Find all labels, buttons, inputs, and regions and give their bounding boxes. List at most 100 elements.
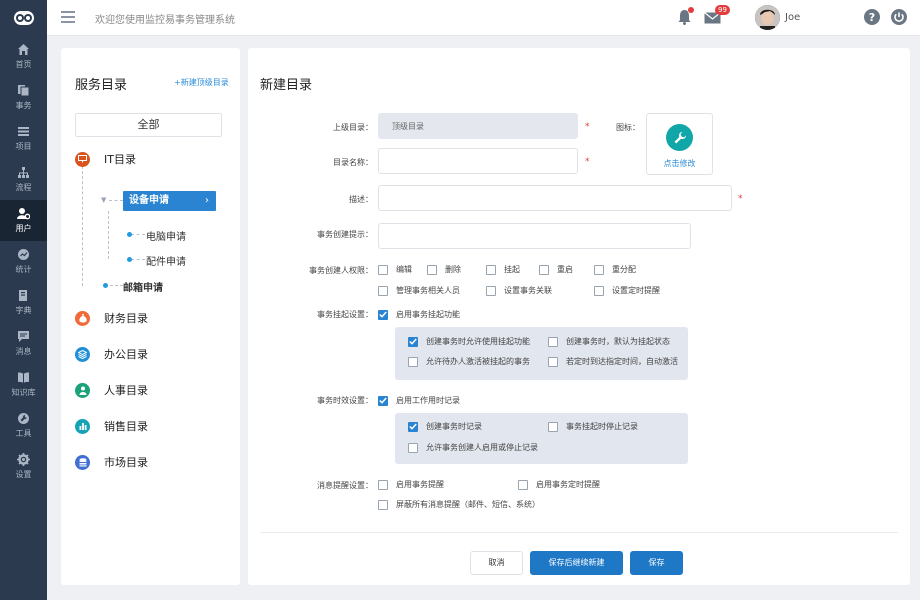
checkbox[interactable] [594, 264, 604, 275]
checkbox[interactable] [378, 285, 388, 296]
icon-picker[interactable]: 点击修改 [646, 113, 713, 175]
perm-timer-checkbox[interactable]: 设置定时提醒 [594, 285, 660, 296]
time-record-on-create-checkbox[interactable]: 创建事务时记录 [408, 421, 482, 432]
suspend-auto-activate-checkbox[interactable]: 若定时到达指定时间，自动激活 [548, 356, 678, 367]
msg-enable-checkbox[interactable]: 启用事务提醒 [378, 479, 444, 490]
perm-suspend-checkbox[interactable]: 挂起 [486, 264, 520, 275]
category-label: IT目录 [104, 153, 136, 166]
notification-bell[interactable] [675, 0, 695, 36]
new-top-catalog-link[interactable]: +新建顶级目录 [174, 77, 229, 88]
sidebar-item-7[interactable]: 消息 [0, 323, 47, 364]
power-icon [891, 9, 907, 25]
leaf-computer-request[interactable]: 电脑申请 [146, 228, 186, 243]
category-market[interactable]: 市场目录 [75, 454, 148, 470]
checkbox[interactable] [548, 336, 558, 347]
checkbox[interactable] [486, 264, 496, 275]
sidebar-item-label: 设置 [15, 470, 32, 479]
leaf-accessory-request[interactable]: 配件申请 [146, 253, 186, 268]
checkbox[interactable] [408, 356, 418, 367]
checkbox[interactable] [594, 285, 604, 296]
checkbox-label: 屏蔽所有消息提醒（邮件、短信、系统） [396, 500, 540, 509]
checkbox-checked[interactable] [378, 309, 388, 320]
perm-edit-checkbox[interactable]: 编辑 [378, 264, 412, 275]
checkbox[interactable] [427, 264, 437, 275]
checkbox-label: 事务挂起时停止记录 [566, 422, 638, 431]
documents-icon [18, 85, 30, 97]
sidebar-item-4[interactable]: 用户 [0, 200, 47, 241]
catalog-name-input[interactable] [378, 148, 578, 174]
perm-restart-checkbox[interactable]: 重启 [539, 264, 573, 275]
help-button[interactable]: ? [862, 0, 882, 36]
msg-timer-checkbox[interactable]: 启用事务定时提醒 [518, 479, 600, 490]
power-button[interactable] [889, 0, 909, 36]
suspend-enable-checkbox[interactable]: 启用事务挂起功能 [378, 309, 460, 320]
time-stop-on-suspend-checkbox[interactable]: 事务挂起时停止记录 [548, 421, 638, 432]
sidebar-item-3[interactable]: 流程 [0, 159, 47, 200]
category-it[interactable]: IT目录 [75, 151, 136, 167]
category-finance[interactable]: 财务目录 [75, 310, 148, 326]
sidebar-item-2[interactable]: 项目 [0, 118, 47, 159]
checkbox-label: 启用事务挂起功能 [396, 310, 460, 319]
tree-line [82, 166, 83, 286]
suspend-label: 事务挂起设置： [317, 310, 373, 319]
checkbox-label: 设置事务关联 [504, 286, 552, 295]
perm-link-checkbox[interactable]: 设置事务关联 [486, 285, 552, 296]
category-label: 财务目录 [104, 312, 148, 325]
checkbox[interactable] [378, 264, 388, 275]
time-creator-toggle-checkbox[interactable]: 允许事务创建人启用或停止记录 [408, 442, 538, 453]
sidebar-item-9[interactable]: 工具 [0, 405, 47, 446]
avatar[interactable] [755, 5, 780, 30]
category-sales[interactable]: 销售目录 [75, 418, 148, 434]
sidebar-item-1[interactable]: 事务 [0, 77, 47, 118]
app-logo[interactable] [0, 0, 47, 36]
caret-down-icon[interactable]: ▼ [101, 196, 106, 204]
checkbox[interactable] [378, 479, 388, 490]
checkbox[interactable] [518, 479, 528, 490]
sidebar-item-0[interactable]: 首页 [0, 36, 47, 77]
category-office[interactable]: 办公目录 [75, 346, 148, 362]
monitor-icon [75, 151, 90, 167]
checkbox-checked[interactable] [378, 395, 388, 406]
checkbox[interactable] [548, 356, 558, 367]
tree-dot [127, 232, 132, 237]
checkbox-checked[interactable] [408, 421, 418, 432]
person-icon [75, 382, 90, 398]
msg-block-all-checkbox[interactable]: 屏蔽所有消息提醒（邮件、短信、系统） [378, 499, 540, 510]
cancel-button[interactable]: 取消 [470, 551, 523, 575]
creation-hint-input[interactable] [378, 223, 691, 249]
username[interactable]: Joe [785, 12, 800, 23]
checkbox[interactable] [539, 264, 549, 275]
checkbox[interactable] [548, 421, 558, 432]
msg-label: 消息提醒设置： [317, 481, 373, 490]
suspend-allow-on-create-checkbox[interactable]: 创建事务时允许使用挂起功能 [408, 336, 530, 347]
checkbox-checked[interactable] [408, 336, 418, 347]
sidebar-item-5[interactable]: 统计 [0, 241, 47, 282]
sidebar-item-10[interactable]: 设置 [0, 446, 47, 487]
checkbox[interactable] [486, 285, 496, 296]
perm-reassign-checkbox[interactable]: 重分配 [594, 264, 636, 275]
perm-delete-checkbox[interactable]: 删除 [427, 264, 461, 275]
subcategory-device-request[interactable]: 设备申请 › [123, 191, 216, 211]
category-hr[interactable]: 人事目录 [75, 382, 148, 398]
description-input[interactable] [378, 185, 732, 211]
checkbox-label: 管理事务相关人员 [396, 286, 460, 295]
suspend-activate-by-assignee-checkbox[interactable]: 允许待办人激活被挂起的事务 [408, 356, 530, 367]
mail-button[interactable]: 99 [703, 0, 733, 36]
all-button[interactable]: 全部 [75, 113, 222, 137]
layers-icon [75, 346, 90, 362]
sidebar-item-6[interactable]: 字典 [0, 282, 47, 323]
icon-change-link[interactable]: 点击修改 [647, 158, 712, 169]
home-icon [18, 44, 29, 55]
save-and-new-button[interactable]: 保存后继续新建 [530, 551, 623, 575]
form-title: 新建目录 [260, 78, 313, 93]
suspend-default-checkbox[interactable]: 创建事务时，默认为挂起状态 [548, 336, 670, 347]
checkbox[interactable] [408, 442, 418, 453]
perm-manage-related-checkbox[interactable]: 管理事务相关人员 [378, 285, 460, 296]
time-enable-checkbox[interactable]: 启用工作用时记录 [378, 395, 460, 406]
checkbox[interactable] [378, 499, 388, 510]
sidebar-item-8[interactable]: 知识库 [0, 364, 47, 405]
subcategory-mail-request[interactable]: 邮箱申请 [123, 279, 163, 294]
checkbox-label: 删除 [445, 265, 461, 274]
save-button[interactable]: 保存 [630, 551, 683, 575]
menu-toggle-icon[interactable] [61, 11, 75, 23]
